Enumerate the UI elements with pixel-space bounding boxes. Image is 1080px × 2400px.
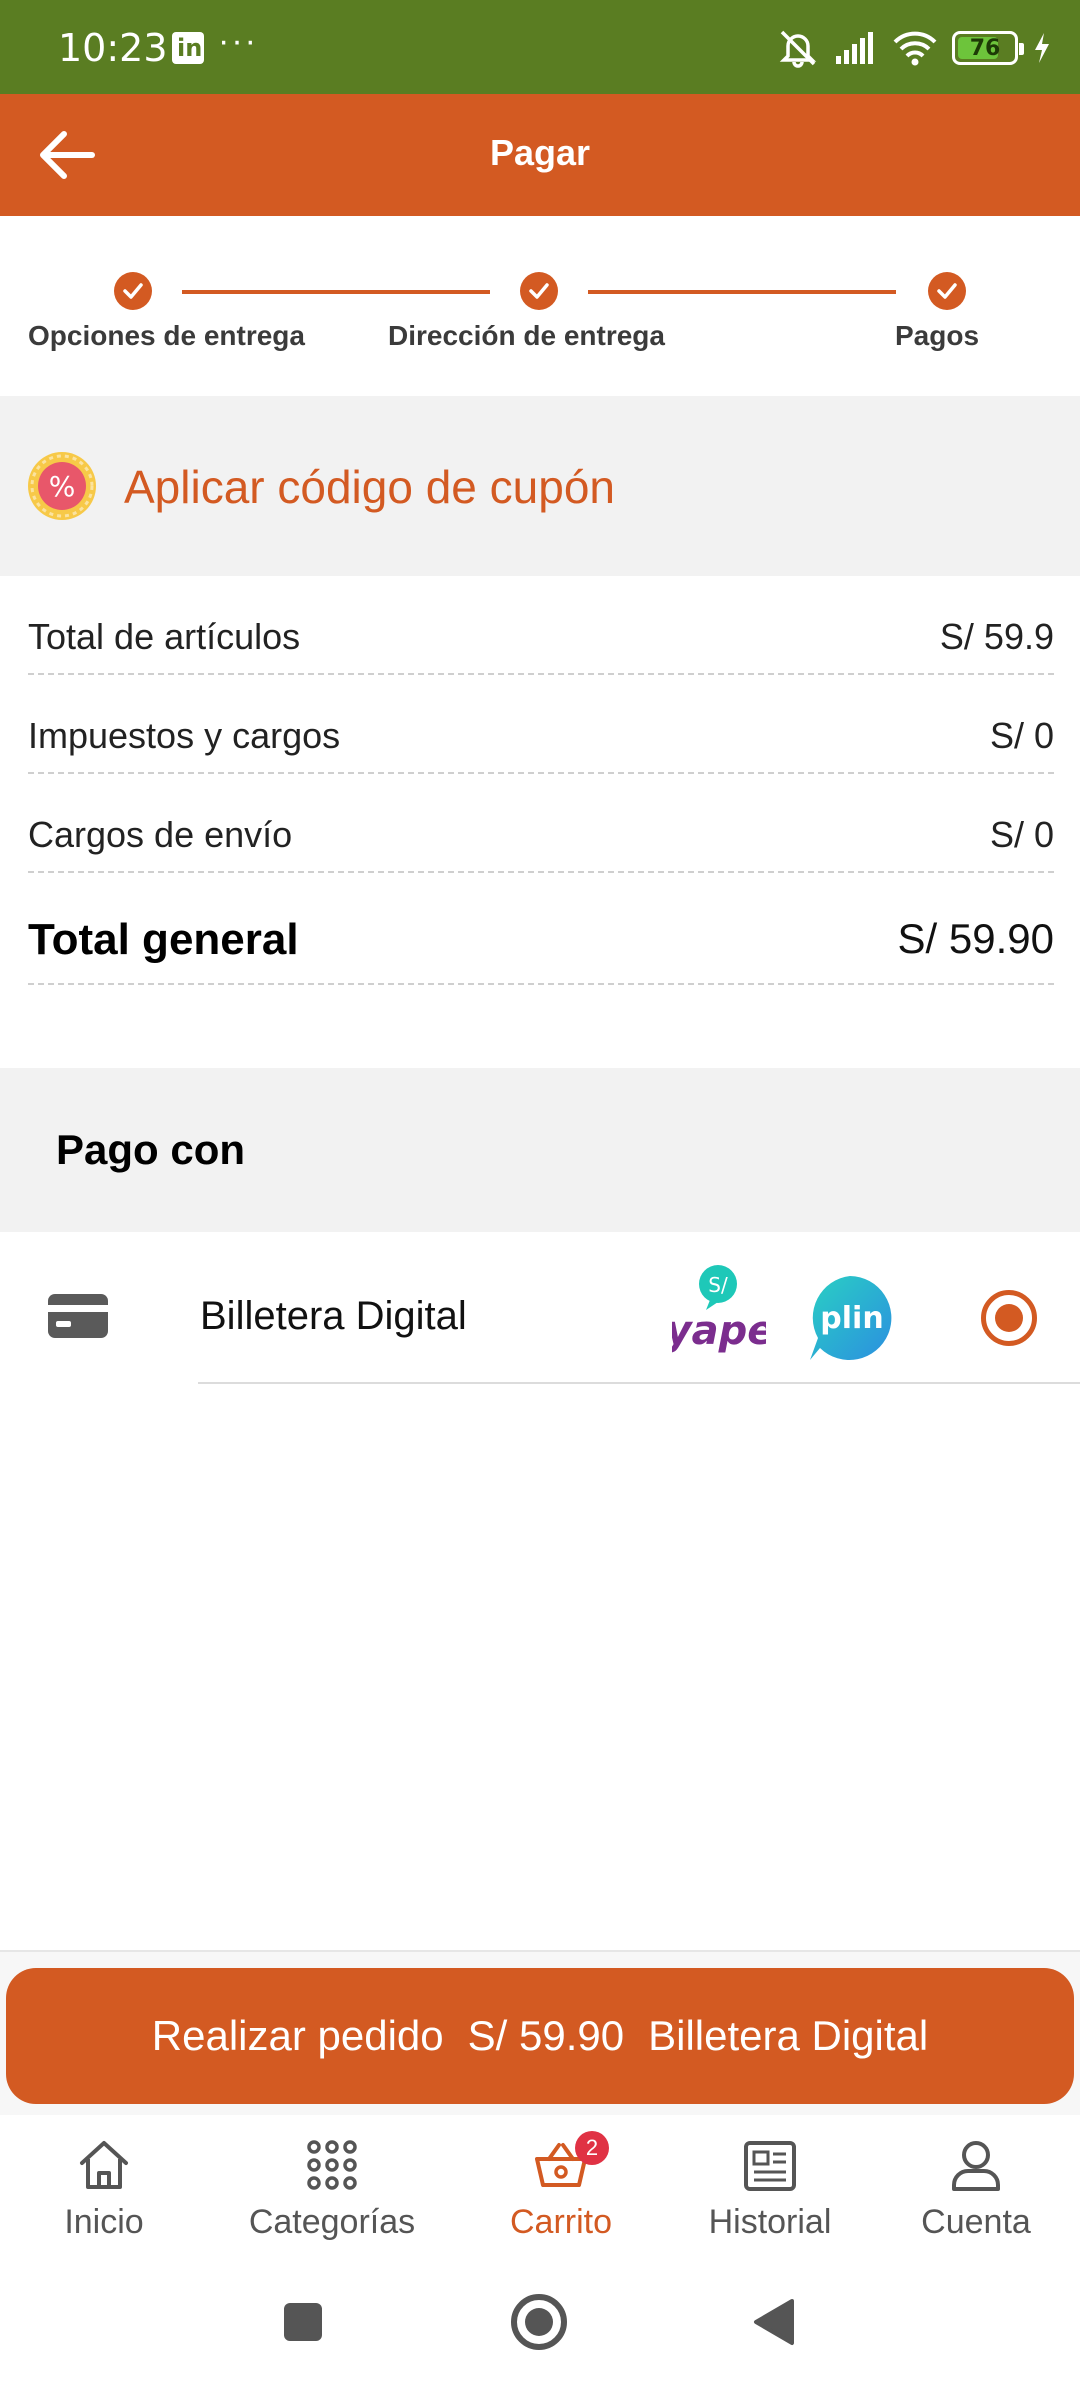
yape-logo: S/ yape	[672, 1265, 766, 1354]
home-circle-icon[interactable]	[510, 2293, 568, 2351]
place-order-amount: S/ 59.90	[467, 2012, 625, 2059]
cart-count-badge: 2	[575, 2131, 609, 2165]
nav-label: Cuenta	[921, 2203, 1031, 2241]
signal-icon	[836, 32, 873, 64]
plin-logo: plin	[810, 1276, 892, 1360]
more-icon: ···	[218, 22, 258, 60]
yape-logo-text: yape	[672, 1308, 766, 1354]
payment-section-header: Pago con	[0, 1068, 1080, 1232]
divider	[198, 1382, 1080, 1384]
status-time: 10:23	[58, 26, 168, 70]
step-2-check-icon	[520, 272, 558, 310]
grand-total-value: S/ 59.90	[897, 915, 1054, 962]
apply-coupon-button[interactable]: % Aplicar código de cupón	[0, 396, 1080, 576]
order-summary: Total de artículos S/ 59.9 Impuestos y c…	[28, 576, 1054, 985]
nav-label: Carrito	[509, 2203, 613, 2241]
payment-method-radio[interactable]	[981, 1290, 1037, 1346]
silent-icon	[779, 30, 817, 68]
credit-card-icon	[48, 1294, 108, 1338]
coupon-icon-symbol: %	[49, 470, 76, 503]
checkout-stepper: Opciones de entrega Dirección de entrega…	[0, 216, 1080, 396]
home-icon	[80, 2141, 128, 2189]
payment-method-digital-wallet[interactable]: Billetera Digital S/ yape plin	[0, 1232, 1080, 1384]
order-panel: Realizar pedido S/ 59.90 Billetera Digit…	[0, 1950, 1080, 2115]
place-order-label: Realizar pedido	[151, 2012, 444, 2059]
summary-value: S/ 0	[989, 814, 1054, 855]
summary-label: Cargos de envío	[28, 814, 293, 855]
summary-label: Impuestos y cargos	[28, 715, 341, 756]
status-icons: 76	[776, 28, 1052, 68]
summary-row-grand-total: Total general S/ 59.90	[28, 873, 1054, 985]
place-order-method: Billetera Digital	[648, 2012, 929, 2059]
summary-value: S/ 59.9	[939, 616, 1054, 657]
charging-icon	[1035, 33, 1049, 63]
plin-logo-text: plin	[820, 1301, 883, 1336]
place-order-button[interactable]: Realizar pedido S/ 59.90 Billetera Digit…	[6, 1968, 1074, 2104]
nav-label: Historial	[708, 2203, 832, 2241]
nav-item-inicio[interactable]: Inicio	[52, 2135, 156, 2242]
nav-label: Categorías	[248, 2203, 416, 2241]
payment-section-title: Pago con	[56, 1126, 246, 1173]
nav-item-historial[interactable]: Historial	[690, 2135, 850, 2242]
step-label-delivery-options: Opciones de entrega	[28, 320, 305, 351]
step-label-payments: Pagos	[895, 320, 980, 351]
step-1-check-icon	[114, 272, 152, 310]
recent-apps-icon[interactable]	[282, 2301, 324, 2343]
nav-label: Inicio	[64, 2203, 144, 2241]
coupon-label[interactable]: Aplicar código de cupón	[124, 460, 615, 514]
grand-total-label: Total general	[28, 915, 299, 964]
back-triangle-icon[interactable]	[752, 2297, 796, 2347]
history-newspaper-icon	[744, 2141, 796, 2191]
step-3-check-icon	[928, 272, 966, 310]
discount-badge-icon: %	[28, 452, 96, 520]
categories-grid-icon	[307, 2140, 357, 2190]
battery-icon: 76	[952, 31, 1024, 65]
nav-item-carrito[interactable]: 2 Carrito	[496, 2131, 626, 2242]
step-label-delivery-address: Dirección de entrega	[388, 320, 665, 351]
yape-badge-text: S/	[708, 1273, 728, 1297]
summary-row-items-total: Total de artículos S/ 59.9	[28, 576, 1054, 675]
app-header: Pagar	[0, 94, 1080, 216]
linkedin-icon: in	[172, 32, 204, 64]
nav-item-categorias[interactable]: Categorías	[232, 2135, 432, 2242]
account-user-icon	[952, 2141, 1000, 2191]
status-bar: 10:23 in ··· 76	[0, 0, 1080, 94]
step-connector	[588, 290, 896, 294]
wifi-icon	[893, 31, 937, 66]
payment-method-label: Billetera Digital	[200, 1294, 467, 1338]
page-title: Pagar	[489, 132, 591, 173]
nav-item-cuenta[interactable]: Cuenta	[906, 2135, 1046, 2242]
bottom-navigation: Inicio Categorías 2 Carrito Historial Cu…	[0, 2115, 1080, 2265]
summary-value: S/ 0	[989, 715, 1054, 756]
summary-label: Total de artículos	[28, 616, 301, 657]
summary-row-shipping: Cargos de envío S/ 0	[28, 774, 1054, 873]
battery-level: 76	[969, 36, 1001, 61]
system-navigation-bar	[0, 2265, 1080, 2400]
summary-row-taxes: Impuestos y cargos S/ 0	[28, 675, 1054, 774]
step-connector	[182, 290, 490, 294]
